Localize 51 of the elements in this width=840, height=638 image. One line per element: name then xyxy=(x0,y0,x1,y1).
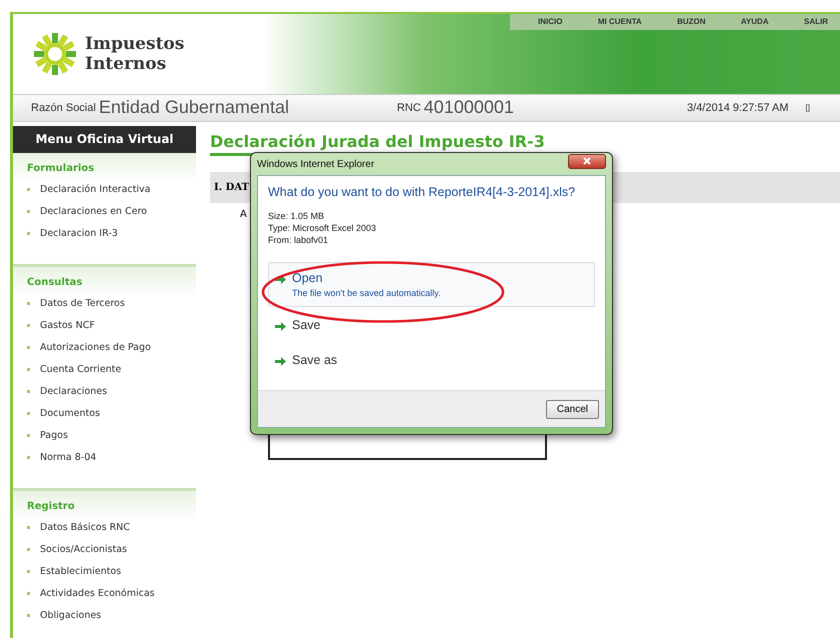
dialog-option[interactable]: Open The file won't be saved automatically. xyxy=(268,262,595,307)
sidebar-item[interactable]: Datos Básicos RNC xyxy=(27,516,196,538)
file-detail: Size: 1.05 MB xyxy=(268,210,326,222)
close-button[interactable] xyxy=(568,154,606,168)
sidebar-title: Menu Oficina Virtual xyxy=(13,126,196,153)
sidebar-item[interactable]: Establecimientos xyxy=(27,560,196,582)
dialog-option[interactable]: Save as xyxy=(268,344,595,377)
marker: [] xyxy=(806,103,810,112)
file-detail: Type: Microsoft Excel 2003 xyxy=(268,222,378,234)
sidebar-item[interactable]: Cuenta Corriente xyxy=(27,358,196,380)
option-label: Save xyxy=(292,318,320,333)
datetime: 3/4/2014 9:27:57 AM xyxy=(687,102,789,114)
sidebar-item[interactable]: Datos de Terceros xyxy=(27,292,196,314)
sidebar-item[interactable]: Declaraciones en Cero xyxy=(27,200,196,222)
nav-link[interactable]: MI CUENTA xyxy=(598,17,642,26)
rnc-label: RNC xyxy=(396,102,421,114)
arrow-icon xyxy=(275,356,286,367)
dialog-option[interactable]: Save xyxy=(268,309,595,342)
close-icon xyxy=(583,157,591,165)
option-note: The file won't be saved automatically. xyxy=(292,288,441,298)
sidebar-item[interactable]: Documentos xyxy=(27,402,196,424)
nav-link[interactable]: AYUDA xyxy=(740,17,769,26)
nav-link[interactable]: SALIR xyxy=(804,17,828,26)
arrow-icon xyxy=(275,274,286,285)
sidebar-item[interactable]: Declaraciones xyxy=(27,380,196,402)
dialog-question: What do you want to do with ReporteIR4[4-3-2014].xls? xyxy=(268,184,576,200)
logo-text: Impuestos Internos xyxy=(85,34,184,74)
sidebar-item[interactable]: Autorizaciones de Pago xyxy=(27,336,196,358)
section-heading: Registro xyxy=(27,501,76,512)
sidebar-item[interactable]: Norma 8-04 xyxy=(27,446,196,468)
razon-social-value: Entidad Gubernamental xyxy=(98,97,289,118)
sidebar-item[interactable]: Socios/Accionistas xyxy=(27,538,196,560)
section-heading: Formularios xyxy=(27,163,96,174)
razon-social-label: Razón Social xyxy=(31,102,96,114)
option-label: Save as xyxy=(292,353,338,368)
sidebar-item[interactable]: Actividades Económicas xyxy=(27,582,196,604)
file-detail: From: labofv01 xyxy=(268,234,330,246)
sidebar-item[interactable]: Pagos xyxy=(27,424,196,446)
rnc-value: 401000001 xyxy=(424,97,514,118)
nav-link[interactable]: INICIO xyxy=(538,17,562,26)
sidebar-item[interactable]: Declaracion IR-3 xyxy=(27,222,196,244)
option-label: Open xyxy=(292,271,324,286)
arrow-icon xyxy=(275,321,286,332)
nav-link[interactable]: BUZON xyxy=(677,17,706,26)
sidebar-item[interactable]: Declaración Interactiva xyxy=(27,178,196,200)
sidebar-item[interactable]: Gastos NCF xyxy=(27,314,196,336)
section-heading: Consultas xyxy=(27,277,84,288)
sidebar-item[interactable]: Obligaciones xyxy=(27,604,196,626)
dialog-title: Windows Internet Explorer xyxy=(257,158,374,170)
field-label: A xyxy=(240,209,247,220)
cancel-button[interactable]: Cancel xyxy=(546,400,599,418)
